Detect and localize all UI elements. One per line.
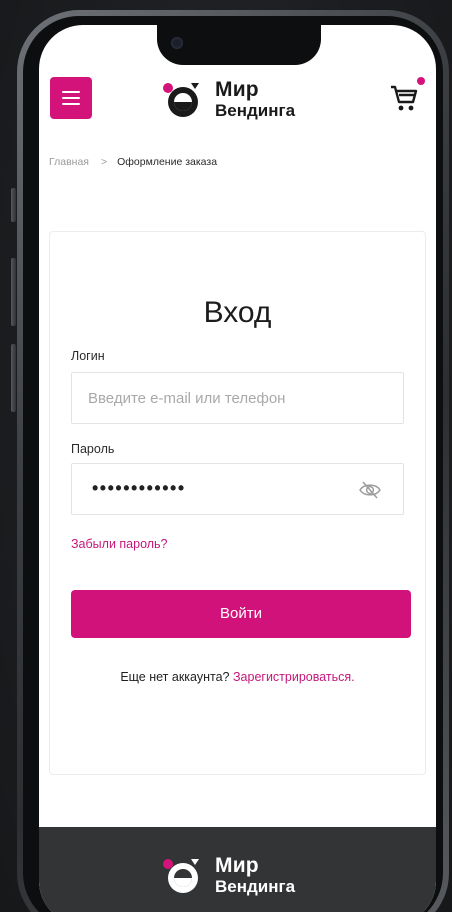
footer-logo[interactable]: Мир Вендинга [161, 851, 295, 899]
login-input[interactable]: Введите e-mail или телефон [71, 372, 404, 424]
footer-brand-line2: Вендинга [215, 877, 296, 896]
login-button[interactable]: Войти [71, 590, 411, 638]
side-button [11, 188, 16, 222]
volume-up-button [11, 258, 16, 326]
cart-icon[interactable] [388, 83, 420, 113]
menu-button[interactable] [50, 77, 92, 119]
logo-mark-icon [163, 83, 199, 117]
site-header: Мир Вендинга [39, 73, 436, 133]
cart-badge [417, 77, 425, 85]
volume-down-button [11, 344, 16, 412]
footer-brand-line1: Мир [215, 854, 259, 877]
signup-text: Еще нет аккаунта? [120, 670, 230, 684]
page-title: Вход [203, 296, 272, 329]
eye-off-icon[interactable] [358, 479, 382, 501]
front-camera [171, 37, 183, 49]
password-label: Пароль [71, 442, 115, 456]
footer-logo-mark-icon [163, 859, 199, 893]
brand-logo[interactable]: Мир Вендинга [161, 75, 295, 123]
device-mockup: Мир Вендинга Главная > Оформление заказа… [0, 0, 452, 912]
login-placeholder: Введите e-mail или телефон [88, 390, 286, 407]
password-input[interactable]: •••••••••••• [71, 463, 404, 515]
breadcrumb-home[interactable]: Главная [49, 156, 89, 168]
signup-prompt: Еще нет аккаунта? Зарегистрироваться. [50, 670, 425, 684]
menu-icon [62, 91, 80, 93]
breadcrumb: Главная > Оформление заказа [49, 156, 217, 168]
brand-name-line2: Вендинга [215, 101, 296, 120]
breadcrumb-separator: > [100, 156, 108, 168]
brand-name-line1: Мир [215, 78, 259, 101]
screen: Мир Вендинга Главная > Оформление заказа… [39, 25, 436, 912]
breadcrumb-current: Оформление заказа [117, 156, 218, 168]
login-card: Вход Логин Введите e-mail или телефон Па… [49, 231, 426, 775]
password-value: •••••••••••• [92, 478, 186, 498]
login-label: Логин [71, 349, 105, 363]
site-footer: Мир Вендинга [39, 827, 436, 912]
signup-link[interactable]: Зарегистрироваться. [233, 670, 355, 684]
forgot-password-link[interactable]: Забыли пароль? [71, 537, 168, 551]
